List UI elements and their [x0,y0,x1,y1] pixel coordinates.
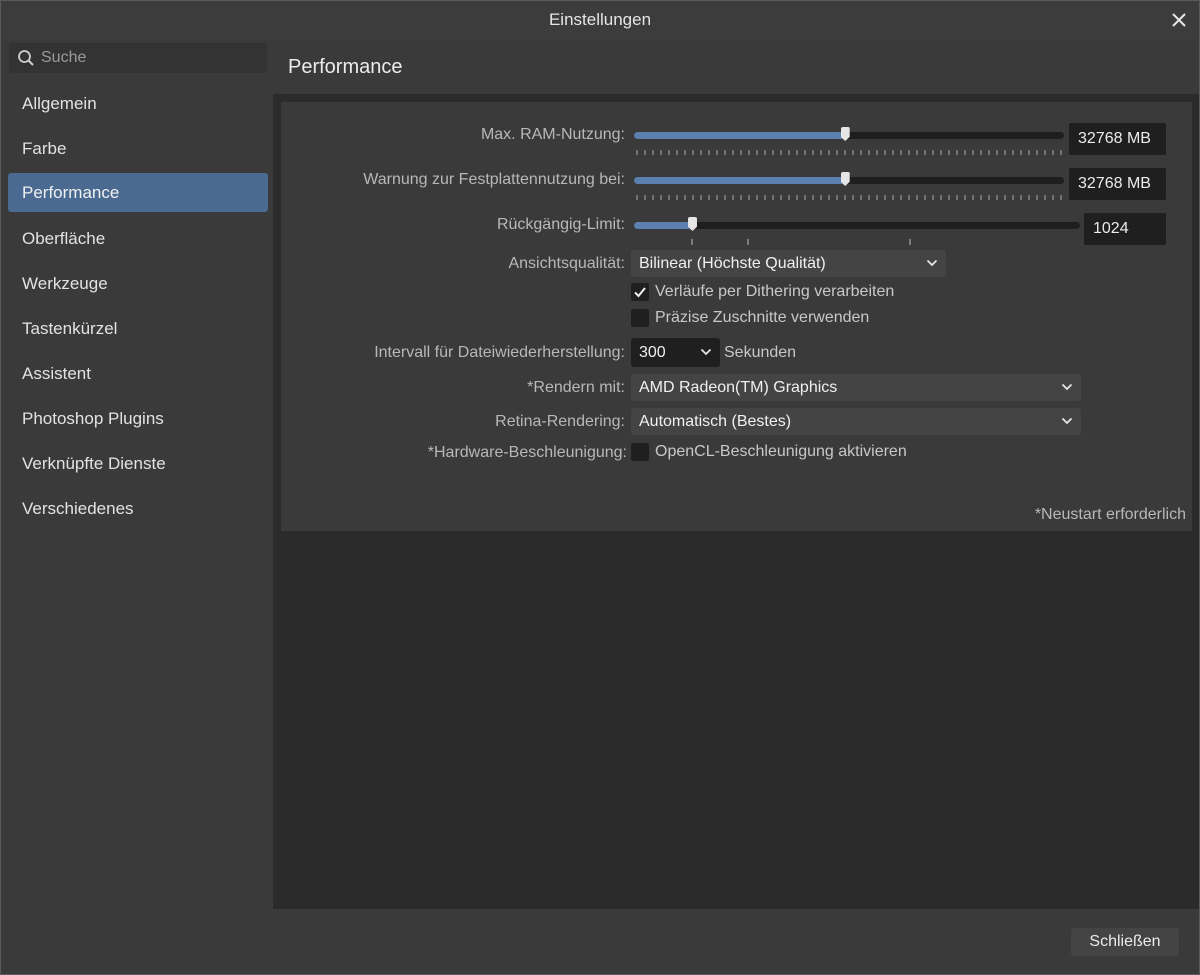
performance-settings-panel: Max. RAM-Nutzung: 32768 MB Warnung zur F… [281,102,1192,531]
recovery-interval-value: 300 [639,343,666,361]
page-title: Performance [288,56,403,78]
sidebar-item-performance[interactable]: Performance [8,173,268,212]
chevron-down-icon [1061,416,1073,426]
sidebar-item-label: Verknüpfte Dienste [22,453,166,473]
undo-limit-value-field[interactable]: 1024 [1084,213,1166,245]
sidebar-item-label: Verschiedenes [22,498,134,518]
opencl-checkbox[interactable] [631,443,649,461]
sidebar-item-photoshop-plugins[interactable]: Photoshop Plugins [8,399,268,438]
sidebar-item-oberflaeche[interactable]: Oberfläche [8,219,268,258]
ram-slider-ticks [636,150,1062,155]
renderer-label: *Rendern mit: [527,379,625,396]
sidebar-item-allgemein[interactable]: Allgemein [8,84,268,123]
disk-warning-slider-fill [634,177,845,184]
dialog-footer: Schließen [273,909,1199,974]
undo-limit-slider-fill [634,222,692,229]
undo-limit-slider-ticks [691,239,911,245]
view-quality-value: Bilinear (Höchste Qualität) [639,254,826,272]
renderer-dropdown[interactable]: AMD Radeon(TM) Graphics [631,374,1081,401]
disk-warning-slider[interactable] [634,172,1064,186]
check-icon [634,287,646,298]
sidebar-item-tastenkuerzel[interactable]: Tastenkürzel [8,309,268,348]
ram-value-field[interactable]: 32768 MB [1069,123,1166,155]
sidebar-item-farbe[interactable]: Farbe [8,129,268,168]
sidebar-item-label: Oberfläche [22,228,106,248]
disk-warning-value: 32768 MB [1078,175,1151,192]
sidebar-item-label: Tastenkürzel [22,318,118,338]
recovery-interval-unit: Sekunden [724,344,797,361]
recovery-interval-label: Intervall für Dateiwiederherstellung: [374,344,625,361]
disk-warning-label: Warnung zur Festplattennutzung bei: [363,171,625,188]
undo-limit-label: Rückgängig-Limit: [496,216,625,233]
window-close-button[interactable] [1165,6,1193,34]
chevron-down-icon [700,347,712,357]
view-quality-dropdown[interactable]: Bilinear (Höchste Qualität) [631,250,946,277]
sidebar-item-label: Allgemein [22,93,97,113]
sidebar-item-label: Werkzeuge [22,273,108,293]
close-button[interactable]: Schließen [1071,928,1179,956]
undo-limit-slider[interactable] [634,217,1080,231]
retina-value: Automatisch (Bestes) [639,412,792,430]
ram-label: Max. RAM-Nutzung: [480,126,625,143]
retina-label: Retina-Rendering: [495,413,625,430]
window-title: Einstellungen [548,10,652,29]
hardware-accel-label: *Hardware-Beschleunigung: [427,444,627,461]
sidebar-item-verknuepfte-dienste[interactable]: Verknüpfte Dienste [8,444,268,483]
sidebar-item-label: Assistent [22,363,91,383]
ram-value: 32768 MB [1078,130,1151,147]
close-icon [1172,13,1186,27]
sidebar-item-label: Photoshop Plugins [22,408,164,428]
retina-dropdown[interactable]: Automatisch (Bestes) [631,408,1081,435]
sidebar-item-label: Farbe [22,138,67,158]
chevron-down-icon [1061,382,1073,392]
close-button-label: Schließen [1089,933,1161,950]
restart-note: *Neustart erforderlich [1034,506,1186,523]
sidebar-item-werkzeuge[interactable]: Werkzeuge [8,264,268,303]
view-quality-label: Ansichtsqualität: [508,255,625,272]
renderer-value: AMD Radeon(TM) Graphics [639,378,838,396]
ram-slider-fill [634,132,845,139]
sidebar: Allgemein Farbe Performance Oberfläche W… [1,39,273,909]
undo-limit-value: 1024 [1093,220,1129,237]
recovery-interval-dropdown[interactable]: 300 [631,338,720,367]
precise-clipping-label: Präzise Zuschnitte verwenden [655,309,870,326]
sidebar-item-label: Performance [22,182,120,202]
disk-warning-slider-ticks [636,195,1062,200]
opencl-label: OpenCL-Beschleunigung aktivieren [655,443,907,460]
sidebar-item-assistent[interactable]: Assistent [8,354,268,393]
search-input[interactable] [35,49,251,67]
title-bar: Einstellungen [1,1,1199,39]
chevron-down-icon [926,258,938,268]
dithering-checkbox[interactable] [631,283,649,301]
preferences-window: Einstellungen Allgemein Farbe Performanc… [0,0,1200,975]
sidebar-footer [1,909,273,974]
search-box [9,43,267,73]
precise-clipping-checkbox[interactable] [631,309,649,327]
ram-slider[interactable] [634,127,1064,141]
search-icon [17,49,35,67]
sidebar-item-verschiedenes[interactable]: Verschiedenes [8,489,268,528]
dithering-label: Verläufe per Dithering verarbeiten [655,283,895,300]
content-header: Performance [273,39,1199,94]
disk-warning-value-field[interactable]: 32768 MB [1069,168,1166,200]
